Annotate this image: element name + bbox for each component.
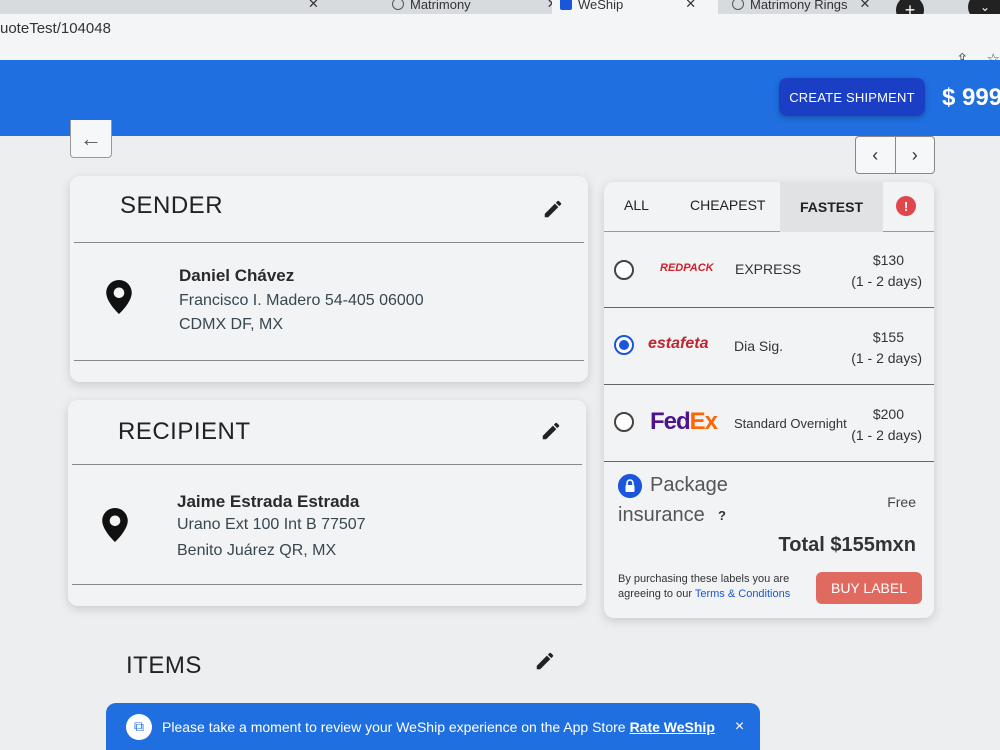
- close-icon[interactable]: ✕: [860, 0, 871, 12]
- globe-icon: [392, 0, 404, 10]
- create-shipment-button[interactable]: CREATE SHIPMENT: [779, 78, 925, 116]
- tab-label: WeShip: [578, 0, 624, 12]
- terms-link[interactable]: Terms & Conditions: [695, 588, 790, 600]
- divider: [74, 242, 584, 243]
- total-price: Total $155mxn: [778, 534, 916, 556]
- radio-button[interactable]: [614, 260, 634, 280]
- insurance-label: Package: [650, 474, 728, 496]
- terms-notice: By purchasing these labels you are agree…: [618, 573, 791, 600]
- globe-icon: [732, 0, 744, 10]
- help-question-icon[interactable]: ?: [718, 508, 726, 523]
- sender-card: SENDER Daniel Chávez Francisco I. Madero…: [70, 176, 588, 382]
- location-pin-icon: [102, 508, 128, 542]
- rate-days: (1 - 2 days): [851, 427, 922, 443]
- rate-service: Dia Sig.: [734, 338, 784, 354]
- recipient-address-line1: Urano Ext 100 Int B 77507: [177, 516, 366, 533]
- alert-icon[interactable]: !: [896, 196, 916, 216]
- pencil-edit-icon[interactable]: [542, 198, 564, 220]
- app-header: CREATE SHIPMENT $ 999: [0, 60, 1000, 136]
- back-arrow-icon[interactable]: ←: [70, 120, 112, 158]
- rate-service: EXPRESS: [735, 261, 802, 277]
- account-balance: $ 999: [942, 84, 1000, 111]
- rate-option-redpack[interactable]: REDPACK EXPRESS $130 (1 - 2 days): [604, 232, 934, 308]
- tab-label: Matrimony: [410, 0, 471, 12]
- divider: [74, 360, 584, 361]
- new-tab-plus-icon[interactable]: +: [896, 0, 924, 14]
- rate-service: Standard Overnight: [734, 416, 847, 431]
- recipient-title: RECIPIENT: [118, 418, 251, 445]
- pencil-edit-icon[interactable]: [534, 650, 556, 672]
- chevron-right-icon[interactable]: ›: [896, 137, 935, 173]
- tab-close-partial[interactable]: ✕: [300, 0, 327, 14]
- location-pin-icon: [106, 280, 132, 314]
- close-icon[interactable]: ✕: [685, 0, 696, 12]
- weship-favicon-icon: [560, 0, 572, 10]
- chevron-down-icon[interactable]: ⌄: [968, 0, 1000, 14]
- rate-days: (1 - 2 days): [851, 350, 922, 366]
- rate-price: $155: [872, 329, 904, 345]
- buy-label-button[interactable]: BUY LABEL: [816, 572, 922, 604]
- tab-label: Matrimony Rings: [750, 0, 848, 12]
- url-text[interactable]: uoteTest/104048: [0, 20, 111, 37]
- sender-address-line1: Francisco I. Madero 54-405 06000: [179, 292, 424, 309]
- rates-panel: ALL CHEAPEST FASTEST ! REDPACK EXPRESS $…: [604, 182, 934, 618]
- sender-name: Daniel Chávez: [179, 266, 295, 285]
- review-banner: ⧉ Please take a moment to review your We…: [106, 703, 760, 750]
- recipient-address-line2: Benito Juárez QR, MX: [177, 542, 337, 559]
- items-title: ITEMS: [126, 652, 202, 679]
- divider: [72, 464, 582, 465]
- browser-tab-weship[interactable]: WeShip ✕: [552, 0, 718, 14]
- recipient-card: RECIPIENT Jaime Estrada Estrada Urano Ex…: [68, 400, 586, 606]
- pencil-edit-icon[interactable]: [540, 420, 562, 442]
- pager: ‹ ›: [855, 136, 935, 174]
- browser-tab-matrimony[interactable]: Matrimony ✕: [384, 0, 566, 14]
- rate-option-estafeta[interactable]: estafeta Dia Sig. $155 (1 - 2 days): [604, 309, 934, 385]
- chevron-left-icon[interactable]: ‹: [856, 137, 896, 173]
- estafeta-logo: estafeta: [648, 335, 709, 352]
- close-icon[interactable]: ✕: [308, 0, 319, 12]
- address-bar: uoteTest/104048 ⇪ ☆: [0, 14, 1000, 68]
- radio-button-selected[interactable]: [614, 335, 634, 355]
- divider: [72, 584, 582, 585]
- lock-icon: [618, 474, 642, 498]
- sender-title: SENDER: [120, 192, 224, 219]
- tab-all[interactable]: ALL: [624, 197, 649, 213]
- sender-address-line2: CDMX DF, MX: [179, 316, 283, 333]
- rate-price: $200: [872, 406, 904, 422]
- redpack-logo: REDPACK: [660, 262, 714, 274]
- rate-days: (1 - 2 days): [851, 273, 922, 289]
- rate-price: $130: [872, 252, 904, 268]
- close-icon[interactable]: ×: [735, 718, 744, 736]
- app-store-icon: ⧉: [126, 713, 152, 740]
- rate-option-fedex[interactable]: FedEx Standard Overnight $200 (1 - 2 day…: [604, 386, 934, 462]
- fedex-logo: FedEx: [650, 408, 718, 435]
- browser-tab-strip: ✕ Matrimony ✕ WeShip ✕ Matrimony Rings ✕…: [0, 0, 1000, 14]
- insurance-price: Free: [887, 494, 916, 510]
- tab-fastest[interactable]: FASTEST: [780, 182, 884, 232]
- insurance-label-2: insurance: [618, 504, 705, 526]
- radio-button[interactable]: [614, 412, 634, 432]
- tab-cheapest[interactable]: CHEAPEST: [690, 197, 765, 213]
- recipient-name: Jaime Estrada Estrada: [177, 492, 360, 511]
- banner-message: Please take a moment to review your WeSh…: [162, 718, 626, 735]
- rate-filter-tabs: ALL CHEAPEST FASTEST !: [604, 182, 934, 232]
- browser-tab-matrimony-rings[interactable]: Matrimony Rings ✕: [724, 0, 878, 14]
- rate-weship-link[interactable]: Rate WeShip: [630, 719, 715, 735]
